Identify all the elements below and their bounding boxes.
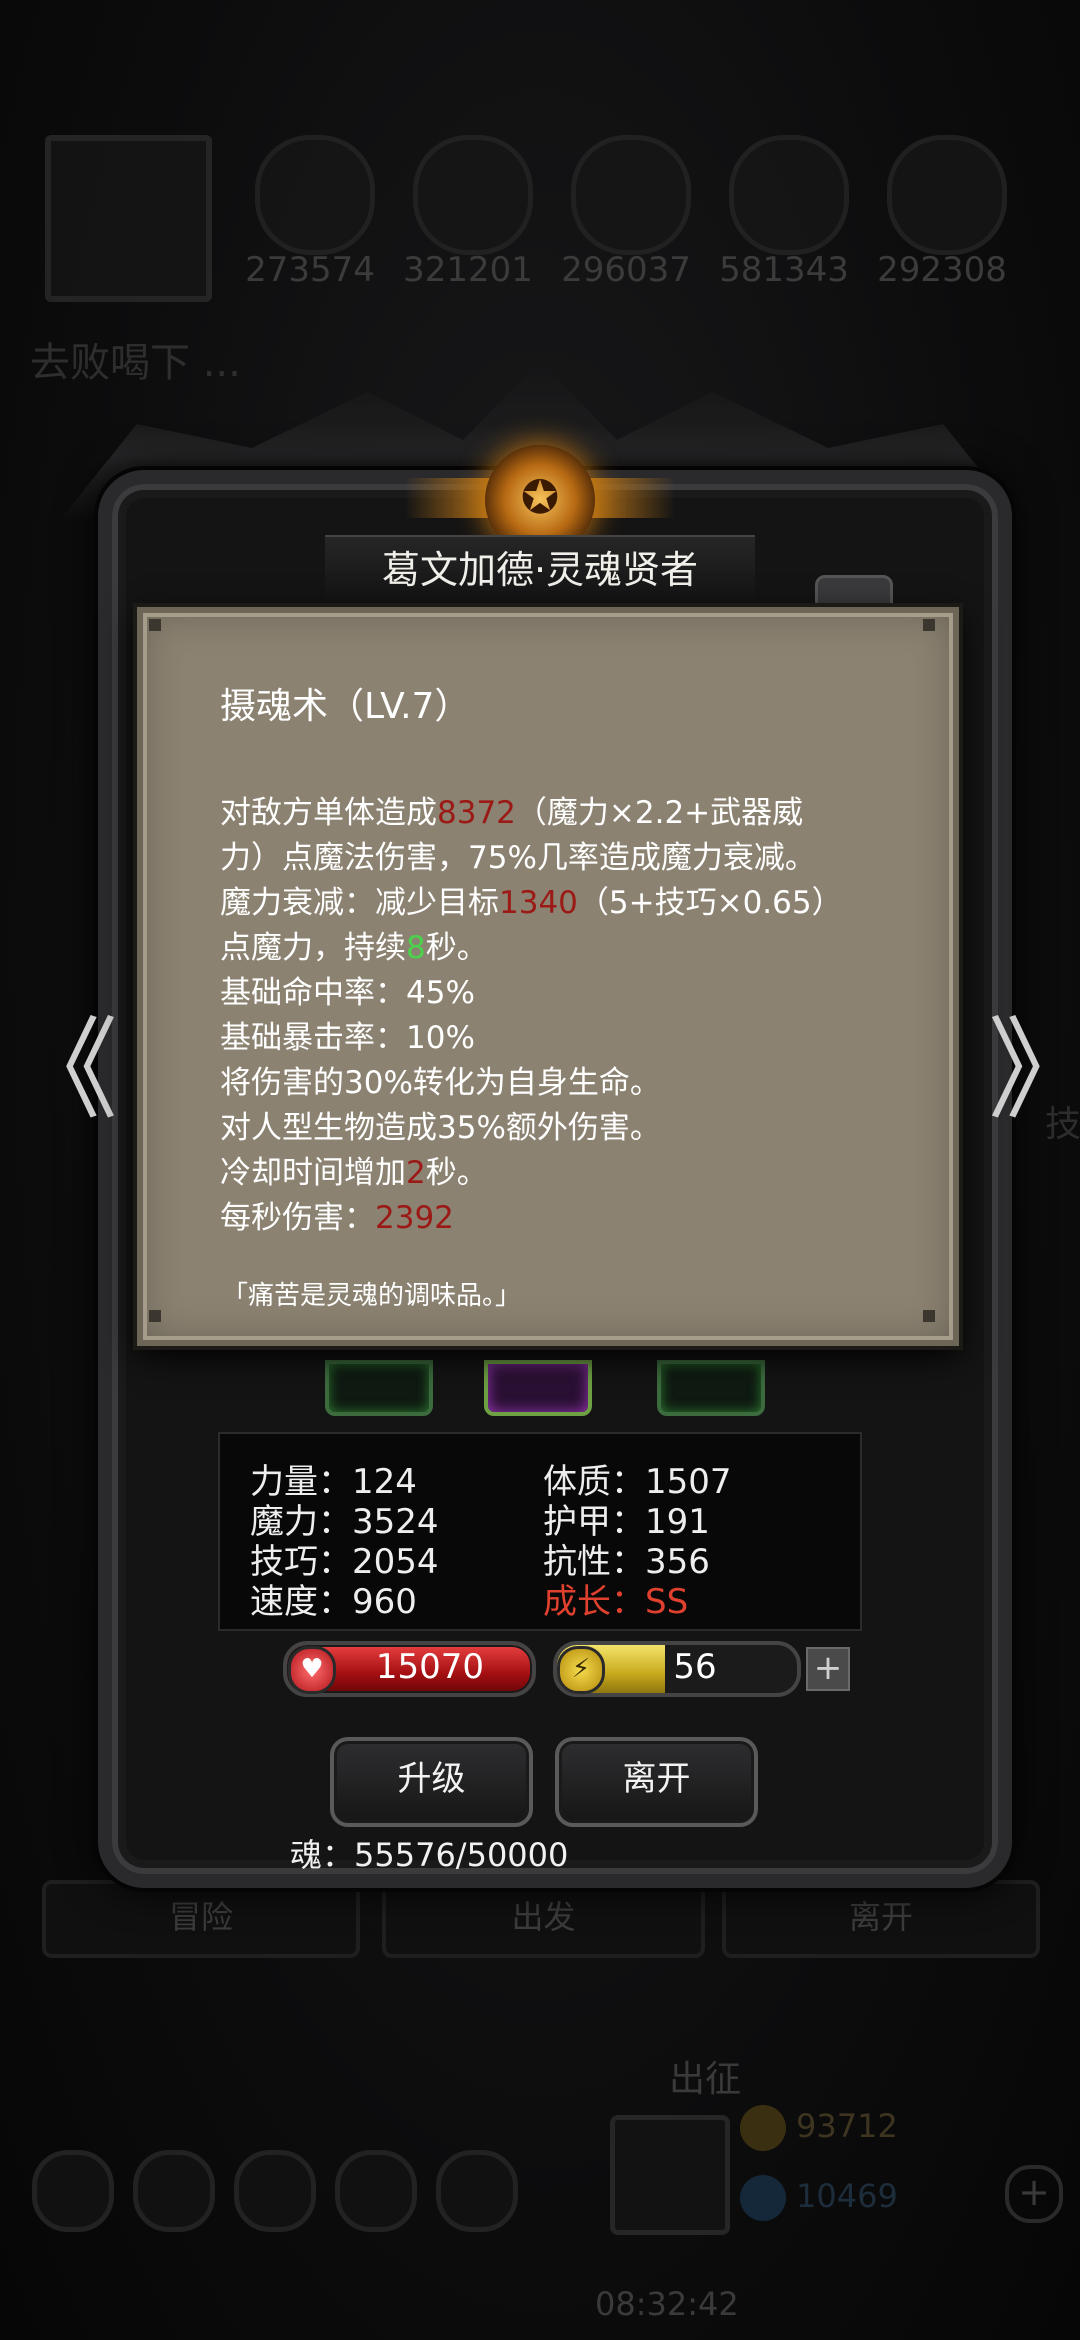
emblem-star-icon: ✪ bbox=[520, 470, 560, 524]
crystal-resource-icon bbox=[729, 135, 849, 255]
tab-leave[interactable]: 离开 bbox=[722, 1880, 1040, 1958]
gold-amount: 93712 bbox=[796, 2107, 898, 2145]
leather-resource-icon bbox=[887, 135, 1007, 255]
heart-icon: ♥ bbox=[288, 1646, 336, 1694]
leave-button[interactable]: 离开 bbox=[555, 1737, 758, 1827]
tooltip-rivet bbox=[149, 1310, 161, 1322]
skill-desc-line: 将伤害的30%转化为自身生命。 bbox=[220, 1065, 661, 1101]
gold-counter: 93712 bbox=[740, 2105, 1000, 2151]
add-energy-button[interactable]: + bbox=[806, 1647, 850, 1691]
stat-speed: 速度：960 bbox=[250, 1582, 417, 1622]
skill-desc-line: 对人型生物造成35%额外伤害。 bbox=[220, 1110, 661, 1146]
tab-adventure[interactable]: 冒险 bbox=[42, 1880, 360, 1958]
hero-portrait-icon[interactable] bbox=[45, 135, 212, 302]
resource-count-4: 581343 bbox=[719, 250, 849, 290]
skill-desc-line: 魔力衰减：减少目标1340（5+技巧×0.65） bbox=[220, 885, 843, 921]
stat-growth: 成长：SS bbox=[543, 1582, 689, 1622]
skill-desc-line: 点魔力，持续8秒。 bbox=[220, 930, 488, 966]
skill-desc-line: 基础命中率：45% bbox=[220, 975, 475, 1011]
menu-round-icon-1[interactable] bbox=[32, 2150, 114, 2232]
upgrade-button[interactable]: 升级 bbox=[330, 1737, 533, 1827]
skill-desc-line: 基础暴击率：10% bbox=[220, 1020, 475, 1056]
energy-value: 56 bbox=[673, 1647, 717, 1687]
ore-resource-icon bbox=[413, 135, 533, 255]
soul-counter: 魂：55576/50000 bbox=[290, 1836, 569, 1874]
resource-count-2: 321201 bbox=[403, 250, 533, 290]
skill-flavor-text: 「痛苦是灵魂的调味品。」 bbox=[222, 1281, 522, 1311]
lightning-icon: ⚡ bbox=[557, 1646, 605, 1694]
expedition-timer: 08:32:42 bbox=[595, 2285, 739, 2323]
skill-slot-3[interactable] bbox=[657, 1360, 765, 1416]
chest-icon[interactable] bbox=[610, 2115, 730, 2235]
background-banner-text: 去败喝下 ... bbox=[30, 340, 241, 386]
skill-slot-1[interactable] bbox=[325, 1360, 433, 1416]
hero-name: 葛文加德·灵魂贤者 bbox=[381, 548, 699, 592]
skill-name: 摄魂术（LV.7） bbox=[220, 686, 471, 727]
tab-depart[interactable]: 出发 bbox=[382, 1880, 705, 1958]
skill-desc-line: 力）点魔法伤害，75%几率造成魔力衰减。 bbox=[220, 840, 816, 876]
resource-count-5: 292308 bbox=[877, 250, 1007, 290]
skill-desc-line: 冷却时间增加2秒。 bbox=[220, 1155, 488, 1191]
tooltip-rivet bbox=[923, 1310, 935, 1322]
skill-desc-line: 对敌方单体造成8372（魔力×2.2+武器威 bbox=[220, 795, 804, 831]
soul-resource-icon bbox=[255, 135, 375, 255]
previous-hero-arrow-icon[interactable]: 《 bbox=[8, 1015, 118, 1125]
resource-count-1: 273574 bbox=[245, 250, 375, 290]
expedition-label: 出征 bbox=[668, 2059, 741, 2100]
next-hero-arrow-icon[interactable]: 》 bbox=[988, 1015, 1080, 1125]
resource-count-3: 296037 bbox=[561, 250, 691, 290]
gem-counter: 10469 bbox=[740, 2175, 1000, 2221]
gold-coin-icon bbox=[740, 2105, 786, 2151]
tooltip-rivet bbox=[923, 619, 935, 631]
hp-value: 15070 bbox=[375, 1647, 485, 1687]
menu-round-icon-2[interactable] bbox=[133, 2150, 215, 2232]
add-currency-icon[interactable]: + bbox=[1005, 2165, 1063, 2223]
menu-round-icon-4[interactable] bbox=[335, 2150, 417, 2232]
skill-desc-line: 每秒伤害：2392 bbox=[220, 1200, 454, 1236]
gem-icon bbox=[740, 2175, 786, 2221]
gem-amount: 10469 bbox=[796, 2177, 898, 2215]
metal-resource-icon bbox=[571, 135, 691, 255]
menu-round-icon-5[interactable] bbox=[436, 2150, 518, 2232]
menu-round-icon-3[interactable] bbox=[234, 2150, 316, 2232]
tooltip-rivet bbox=[149, 619, 161, 631]
skill-slot-2[interactable] bbox=[484, 1360, 592, 1416]
